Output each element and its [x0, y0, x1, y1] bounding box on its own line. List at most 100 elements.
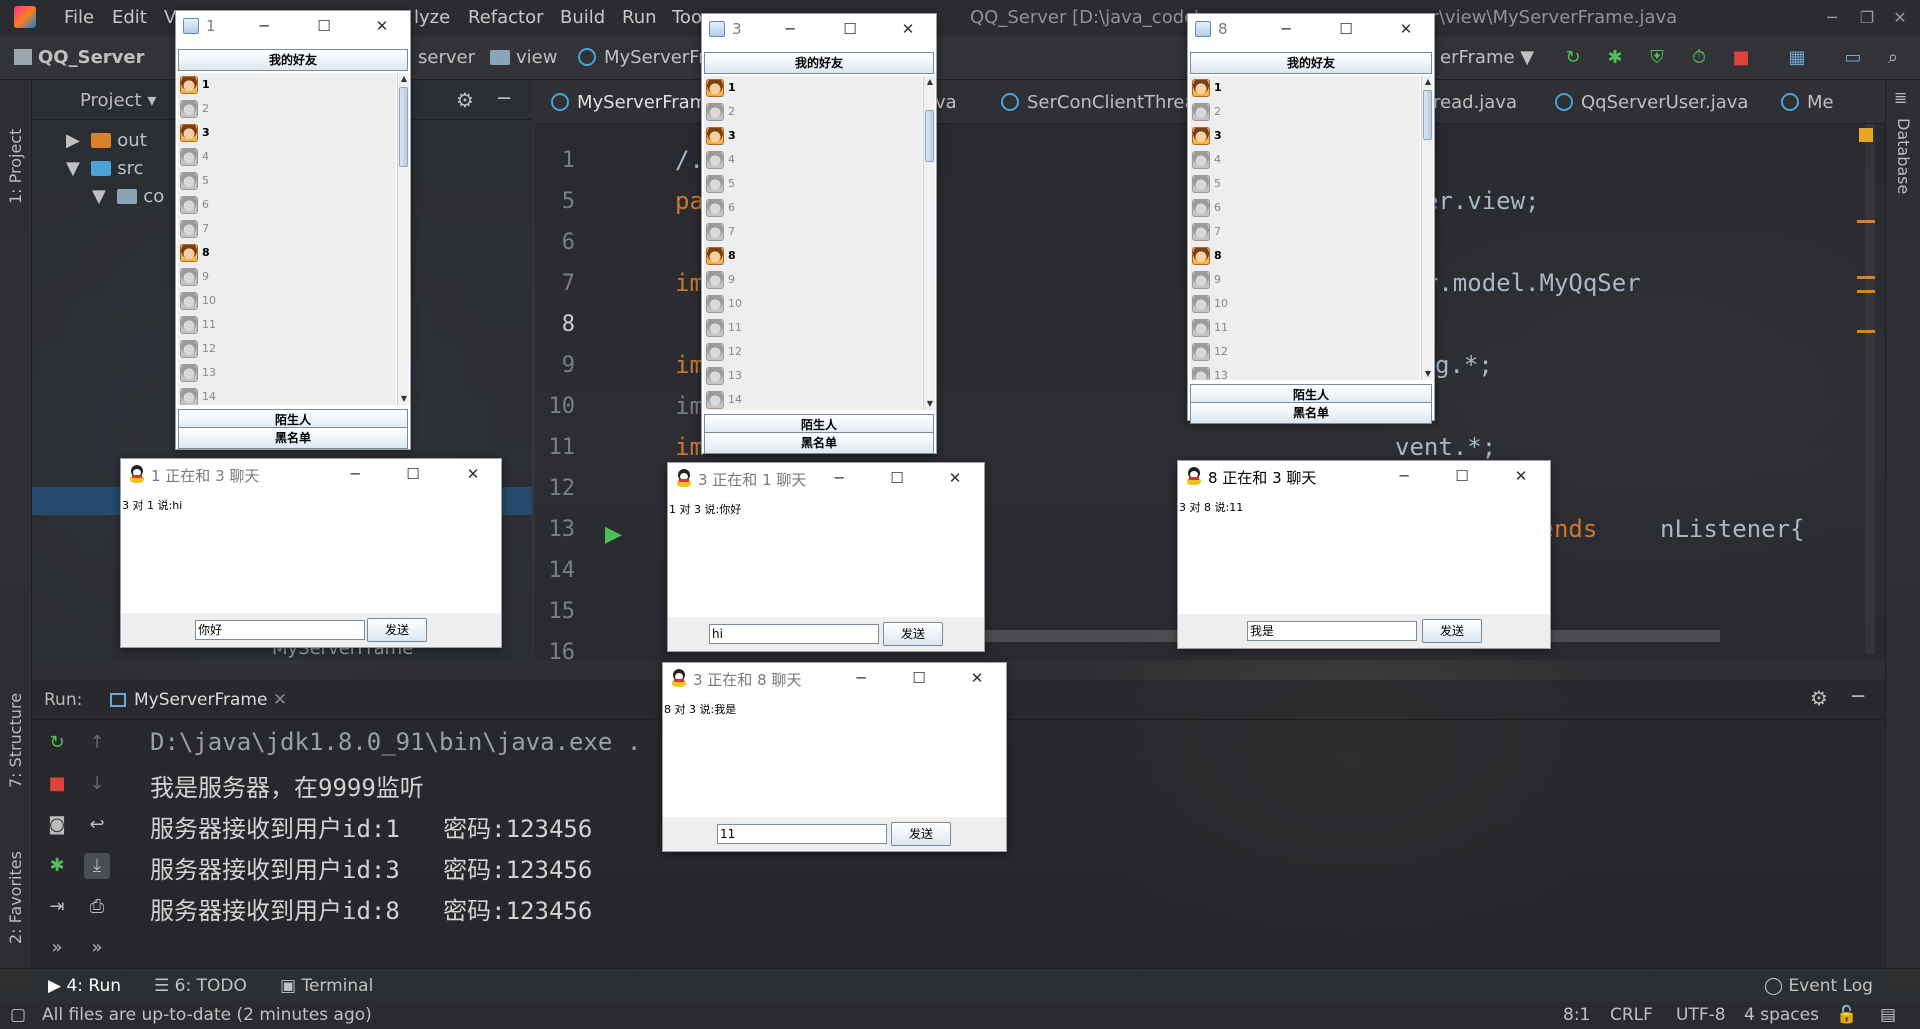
scroll-down-arrow-icon[interactable]: ▼	[398, 393, 410, 405]
friend-row[interactable]: 8	[704, 244, 922, 268]
hide-panel-icon[interactable]: ─	[498, 86, 510, 110]
friend-row[interactable]: 4	[178, 145, 396, 169]
tool-database[interactable]: Database	[1894, 118, 1913, 194]
menu-run[interactable]: Run	[622, 7, 657, 28]
project-view-selector[interactable]: Project ▾	[80, 90, 156, 111]
close-button[interactable]: ✕	[933, 464, 977, 492]
maximize-button[interactable]: ☐	[897, 664, 941, 692]
scroll-thumb[interactable]	[399, 87, 408, 167]
breadcrumb-project[interactable]: QQ_Server	[14, 47, 144, 68]
close-icon[interactable]: ✕	[273, 690, 287, 710]
error-stripe[interactable]	[1857, 276, 1875, 279]
friend-row[interactable]: 6	[178, 193, 396, 217]
window-title-bar[interactable]: 8 正在和 3 聊天 ─ ☐ ✕	[1178, 461, 1550, 491]
editor-scrollbar[interactable]	[1865, 124, 1875, 654]
friend-row[interactable]: 5	[704, 172, 922, 196]
run-config-selector[interactable]: erFrame ▼	[1440, 47, 1534, 68]
file-encoding[interactable]: UTF-8	[1676, 1005, 1726, 1025]
scroll-up-arrow-icon[interactable]: ▲	[1422, 76, 1434, 88]
tree-item-src[interactable]: ▼ src	[66, 158, 144, 179]
close-button[interactable]: ✕	[1499, 462, 1543, 490]
tool-project[interactable]: 1: Project	[6, 94, 25, 204]
friend-row[interactable]: 14	[178, 385, 396, 405]
minimize-button[interactable]: ─	[817, 464, 861, 492]
window-title-bar[interactable]: 3 ─ ☐ ✕	[702, 14, 936, 44]
friend-row[interactable]: 9	[704, 268, 922, 292]
more-icon[interactable]: »	[84, 935, 110, 961]
tab-more[interactable]: Me	[1781, 92, 1834, 113]
debug-icon[interactable]: ✱	[1602, 46, 1628, 70]
friend-row[interactable]: 13	[704, 364, 922, 388]
indent-setting[interactable]: 4 spaces	[1744, 1005, 1819, 1025]
terminal-window-icon[interactable]: ▭	[1840, 46, 1866, 70]
maximize-button[interactable]: ☐	[1440, 462, 1484, 490]
close-button[interactable]: ✕	[886, 15, 930, 43]
blacklist-button[interactable]: 黑名单	[704, 432, 934, 454]
friend-row[interactable]: 2	[704, 100, 922, 124]
window-title-bar[interactable]: 3 正在和 8 聊天 ─ ☐ ✕	[663, 663, 1006, 693]
tool-structure[interactable]: 7: Structure	[6, 678, 25, 788]
maximize-button[interactable]: ☐	[828, 15, 872, 43]
maximize-button[interactable]: ☐	[875, 464, 919, 492]
coverage-icon[interactable]: ⛨	[1644, 46, 1670, 70]
stop-icon[interactable]: ■	[1728, 46, 1754, 70]
send-button[interactable]: 发送	[891, 822, 951, 846]
menu-refactor[interactable]: Refactor	[468, 7, 544, 28]
stop-icon[interactable]: ■	[44, 771, 70, 797]
friend-row[interactable]: 11	[1190, 316, 1420, 340]
scroll-down-arrow-icon[interactable]: ▼	[1422, 368, 1434, 380]
maximize-button[interactable]: ☐	[391, 460, 435, 488]
tab-serconclientthread[interactable]: SerConClientThrea	[1001, 92, 1196, 113]
maximize-button[interactable]: ☐	[1324, 15, 1368, 43]
ide-minimize-button[interactable]: ─	[1812, 4, 1852, 32]
friend-row[interactable]: 6	[1190, 196, 1420, 220]
friend-list-scrollbar[interactable]: ▲ ▼	[923, 76, 935, 410]
menu-file[interactable]: File	[64, 7, 94, 28]
ide-close-button[interactable]: ✕	[1882, 4, 1918, 32]
window-title-bar[interactable]: 8 ─ ☐ ✕	[1188, 14, 1434, 44]
send-button[interactable]: 发送	[367, 618, 427, 642]
tool-favorites[interactable]: 2: Favorites	[6, 824, 25, 944]
friend-row[interactable]: 13	[178, 361, 396, 385]
friend-row[interactable]: 1	[704, 76, 922, 100]
rerun-icon[interactable]: ↻	[44, 730, 70, 756]
scroll-thumb[interactable]	[1423, 90, 1432, 140]
minimize-button[interactable]: ─	[242, 12, 286, 40]
gear-icon[interactable]: ⚙	[1810, 686, 1828, 710]
friend-list-scrollbar[interactable]: ▲ ▼	[1421, 76, 1433, 380]
breadcrumb-server[interactable]: server	[418, 47, 475, 68]
menu-tools[interactable]: Too	[672, 7, 702, 28]
friend-row[interactable]: 12	[704, 340, 922, 364]
friend-row[interactable]: 13	[1190, 364, 1420, 380]
window-title-bar[interactable]: 1 正在和 3 聊天 ─ ☐ ✕	[121, 459, 501, 489]
friend-row[interactable]: 4	[1190, 148, 1420, 172]
error-stripe[interactable]	[1857, 290, 1875, 293]
more-icon[interactable]: »	[44, 935, 70, 961]
blacklist-button[interactable]: 黑名单	[178, 427, 408, 449]
friend-row[interactable]: 12	[1190, 340, 1420, 364]
my-friends-button[interactable]: 我的好友	[1190, 52, 1432, 74]
close-button[interactable]: ✕	[1384, 15, 1428, 43]
debug-icon[interactable]: ✱	[44, 853, 70, 879]
friend-row[interactable]: 5	[1190, 172, 1420, 196]
my-friends-button[interactable]: 我的好友	[704, 52, 934, 74]
close-button[interactable]: ✕	[955, 664, 999, 692]
friend-row[interactable]: 8	[178, 241, 396, 265]
friend-row[interactable]: 3	[178, 121, 396, 145]
friend-row[interactable]: 1	[178, 73, 396, 97]
friend-row[interactable]: 3	[704, 124, 922, 148]
friend-row[interactable]: 8	[1190, 244, 1420, 268]
friend-row[interactable]: 11	[178, 313, 396, 337]
my-friends-button[interactable]: 我的好友	[178, 49, 408, 71]
maximize-button[interactable]: ☐	[302, 12, 346, 40]
ide-restore-button[interactable]: ❐	[1852, 4, 1882, 32]
caret-position[interactable]: 8:1	[1563, 1005, 1590, 1025]
error-stripe[interactable]	[1857, 330, 1875, 333]
close-button[interactable]: ✕	[451, 460, 495, 488]
friend-row[interactable]: 7	[178, 217, 396, 241]
window-title-bar[interactable]: 3 正在和 1 聊天 ─ ☐ ✕	[668, 463, 984, 493]
blacklist-button[interactable]: 黑名单	[1190, 402, 1432, 424]
soft-wrap-icon[interactable]: ↩	[84, 812, 110, 838]
line-separator[interactable]: CRLF	[1610, 1005, 1653, 1025]
friend-row[interactable]: 2	[1190, 100, 1420, 124]
